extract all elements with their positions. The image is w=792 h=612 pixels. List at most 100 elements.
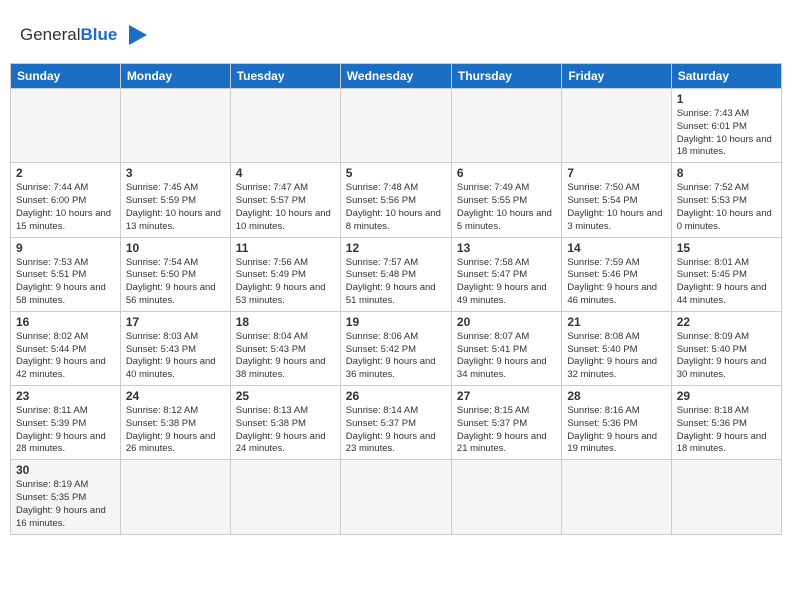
calendar-cell: 26 Sunrise: 8:14 AM Sunset: 5:37 PM Dayli…: [340, 386, 451, 460]
calendar-cell: 6 Sunrise: 7:49 AM Sunset: 5:55 PM Daylig…: [451, 163, 561, 237]
week-row-5: 23Sunrise: 8:11 AM Sunset: 5:39 PM Dayli…: [11, 386, 782, 460]
day-info: Sunrise: 8:04 AM Sunset: 5:43 PM Dayligh…: [236, 331, 335, 382]
calendar-cell: [451, 460, 561, 534]
day-info: Sunrise: 7:50 AM Sunset: 5:54 PM Dayligh…: [567, 182, 665, 233]
calendar-table: SundayMondayTuesdayWednesdayThursdayFrid…: [10, 63, 782, 535]
calendar-cell: 4 Sunrise: 7:47 AM Sunset: 5:57 PM Daylig…: [230, 163, 340, 237]
day-info: Sunrise: 7:49 AM Sunset: 5:55 PM Dayligh…: [457, 182, 556, 233]
calendar-cell: [671, 460, 781, 534]
day-info: Sunrise: 7:44 AM Sunset: 6:00 PM Dayligh…: [16, 182, 115, 233]
weekday-saturday: Saturday: [671, 64, 781, 89]
day-number: 21: [567, 315, 665, 329]
calendar-cell: 12 Sunrise: 7:57 AM Sunset: 5:48 PM Dayli…: [340, 237, 451, 311]
calendar-cell: [230, 460, 340, 534]
day-number: 14: [567, 241, 665, 255]
calendar-cell: 22 Sunrise: 8:09 AM Sunset: 5:40 PM Dayli…: [671, 311, 781, 385]
header: GeneralBlue: [10, 10, 782, 55]
day-number: 20: [457, 315, 556, 329]
day-info: Sunrise: 8:15 AM Sunset: 5:37 PM Dayligh…: [457, 405, 556, 456]
day-number: 26: [346, 389, 446, 403]
weekday-header-row: SundayMondayTuesdayWednesdayThursdayFrid…: [11, 64, 782, 89]
day-number: 22: [677, 315, 776, 329]
week-row-4: 16 Sunrise: 8:02 AM Sunset: 5:44 PM Dayli…: [11, 311, 782, 385]
day-info: Sunrise: 8:07 AM Sunset: 5:41 PM Dayligh…: [457, 331, 556, 382]
calendar-cell: 21 Sunrise: 8:08 AM Sunset: 5:40 PM Dayli…: [562, 311, 671, 385]
day-info: Sunrise: 7:56 AM Sunset: 5:49 PM Dayligh…: [236, 257, 335, 308]
calendar-cell: [340, 460, 451, 534]
calendar-cell: 19 Sunrise: 8:06 AM Sunset: 5:42 PM Dayli…: [340, 311, 451, 385]
calendar-cell: 23Sunrise: 8:11 AM Sunset: 5:39 PM Dayli…: [11, 386, 121, 460]
calendar-cell: 15 Sunrise: 8:01 AM Sunset: 5:45 PM Dayli…: [671, 237, 781, 311]
day-info: Sunrise: 7:54 AM Sunset: 5:50 PM Dayligh…: [126, 257, 225, 308]
day-info: Sunrise: 8:03 AM Sunset: 5:43 PM Dayligh…: [126, 331, 225, 382]
day-info: Sunrise: 7:45 AM Sunset: 5:59 PM Dayligh…: [126, 182, 225, 233]
calendar-cell: 10 Sunrise: 7:54 AM Sunset: 5:50 PM Dayli…: [120, 237, 230, 311]
day-info: Sunrise: 7:57 AM Sunset: 5:48 PM Dayligh…: [346, 257, 446, 308]
day-info: Sunrise: 8:09 AM Sunset: 5:40 PM Dayligh…: [677, 331, 776, 382]
day-info: Sunrise: 7:52 AM Sunset: 5:53 PM Dayligh…: [677, 182, 776, 233]
page: GeneralBlue SundayMondayTuesdayWednesday…: [0, 0, 792, 553]
weekday-thursday: Thursday: [451, 64, 561, 89]
day-number: 16: [16, 315, 115, 329]
day-number: 9: [16, 241, 115, 255]
calendar-cell: 8 Sunrise: 7:52 AM Sunset: 5:53 PM Daylig…: [671, 163, 781, 237]
weekday-friday: Friday: [562, 64, 671, 89]
calendar-cell: 30Sunrise: 8:19 AM Sunset: 5:35 PM Dayli…: [11, 460, 121, 534]
day-info: Sunrise: 8:13 AM Sunset: 5:38 PM Dayligh…: [236, 405, 335, 456]
day-info: Sunrise: 7:43 AM Sunset: 6:01 PM Dayligh…: [677, 108, 776, 159]
calendar-cell: [120, 460, 230, 534]
calendar-cell: 18Sunrise: 8:04 AM Sunset: 5:43 PM Dayli…: [230, 311, 340, 385]
day-number: 12: [346, 241, 446, 255]
day-info: Sunrise: 8:12 AM Sunset: 5:38 PM Dayligh…: [126, 405, 225, 456]
day-number: 25: [236, 389, 335, 403]
calendar-cell: [451, 89, 561, 163]
week-row-6: 30Sunrise: 8:19 AM Sunset: 5:35 PM Dayli…: [11, 460, 782, 534]
calendar-cell: 28Sunrise: 8:16 AM Sunset: 5:36 PM Dayli…: [562, 386, 671, 460]
weekday-tuesday: Tuesday: [230, 64, 340, 89]
weekday-monday: Monday: [120, 64, 230, 89]
day-info: Sunrise: 7:59 AM Sunset: 5:46 PM Dayligh…: [567, 257, 665, 308]
day-number: 13: [457, 241, 556, 255]
calendar-cell: 27 Sunrise: 8:15 AM Sunset: 5:37 PM Dayli…: [451, 386, 561, 460]
day-info: Sunrise: 8:16 AM Sunset: 5:36 PM Dayligh…: [567, 405, 665, 456]
calendar-cell: 1 Sunrise: 7:43 AM Sunset: 6:01 PM Daylig…: [671, 89, 781, 163]
logo: GeneralBlue: [20, 20, 149, 50]
calendar-cell: 20 Sunrise: 8:07 AM Sunset: 5:41 PM Dayli…: [451, 311, 561, 385]
week-row-3: 9Sunrise: 7:53 AM Sunset: 5:51 PM Daylig…: [11, 237, 782, 311]
day-info: Sunrise: 8:06 AM Sunset: 5:42 PM Dayligh…: [346, 331, 446, 382]
calendar-cell: 29Sunrise: 8:18 AM Sunset: 5:36 PM Dayli…: [671, 386, 781, 460]
weekday-sunday: Sunday: [11, 64, 121, 89]
calendar-cell: 17 Sunrise: 8:03 AM Sunset: 5:43 PM Dayli…: [120, 311, 230, 385]
day-info: Sunrise: 8:02 AM Sunset: 5:44 PM Dayligh…: [16, 331, 115, 382]
day-number: 10: [126, 241, 225, 255]
day-number: 6: [457, 166, 556, 180]
day-number: 7: [567, 166, 665, 180]
day-number: 1: [677, 92, 776, 106]
day-number: 17: [126, 315, 225, 329]
day-number: 15: [677, 241, 776, 255]
week-row-1: 1 Sunrise: 7:43 AM Sunset: 6:01 PM Daylig…: [11, 89, 782, 163]
weekday-wednesday: Wednesday: [340, 64, 451, 89]
calendar-cell: 24Sunrise: 8:12 AM Sunset: 5:38 PM Dayli…: [120, 386, 230, 460]
day-number: 5: [346, 166, 446, 180]
calendar-cell: 3 Sunrise: 7:45 AM Sunset: 5:59 PM Daylig…: [120, 163, 230, 237]
day-number: 8: [677, 166, 776, 180]
calendar-cell: 16 Sunrise: 8:02 AM Sunset: 5:44 PM Dayli…: [11, 311, 121, 385]
day-info: Sunrise: 8:08 AM Sunset: 5:40 PM Dayligh…: [567, 331, 665, 382]
calendar-cell: [340, 89, 451, 163]
calendar-cell: [11, 89, 121, 163]
calendar-cell: 2Sunrise: 7:44 AM Sunset: 6:00 PM Daylig…: [11, 163, 121, 237]
day-number: 4: [236, 166, 335, 180]
calendar-cell: 9Sunrise: 7:53 AM Sunset: 5:51 PM Daylig…: [11, 237, 121, 311]
day-info: Sunrise: 8:14 AM Sunset: 5:37 PM Dayligh…: [346, 405, 446, 456]
day-number: 3: [126, 166, 225, 180]
calendar-cell: 25 Sunrise: 8:13 AM Sunset: 5:38 PM Dayli…: [230, 386, 340, 460]
calendar-cell: 11Sunrise: 7:56 AM Sunset: 5:49 PM Dayli…: [230, 237, 340, 311]
day-info: Sunrise: 7:47 AM Sunset: 5:57 PM Dayligh…: [236, 182, 335, 233]
calendar-cell: [120, 89, 230, 163]
day-number: 19: [346, 315, 446, 329]
day-number: 27: [457, 389, 556, 403]
week-row-2: 2Sunrise: 7:44 AM Sunset: 6:00 PM Daylig…: [11, 163, 782, 237]
day-info: Sunrise: 8:01 AM Sunset: 5:45 PM Dayligh…: [677, 257, 776, 308]
day-info: Sunrise: 8:18 AM Sunset: 5:36 PM Dayligh…: [677, 405, 776, 456]
